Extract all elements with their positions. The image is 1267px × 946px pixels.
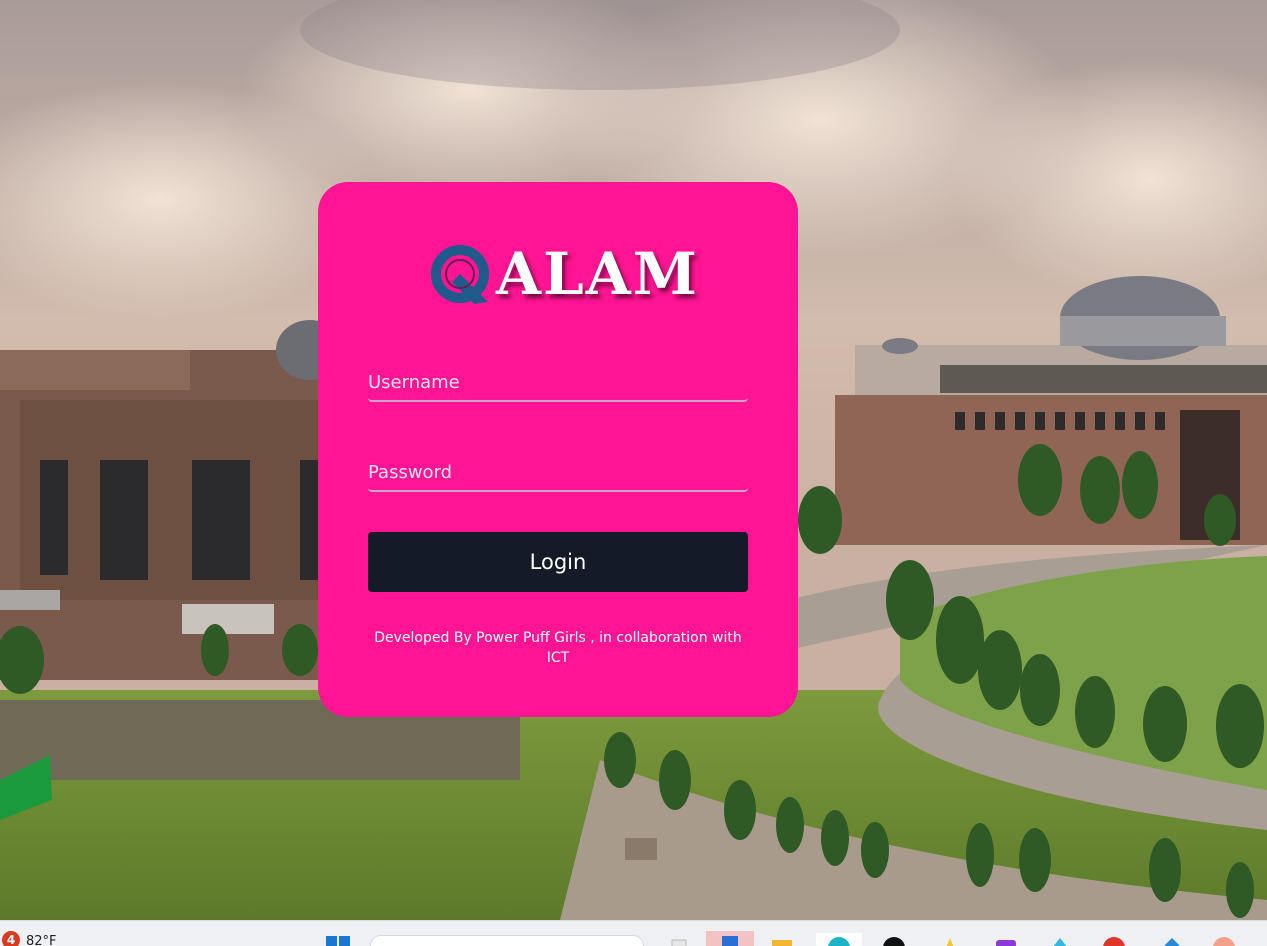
qalam-logo: ALAM xyxy=(430,238,700,310)
app-cyan-icon[interactable] xyxy=(1048,933,1072,946)
logo-text: ALAM xyxy=(496,240,699,308)
q-logo-icon xyxy=(431,245,489,304)
weather-temperature: 82°F xyxy=(26,933,57,946)
active-app-icon[interactable] xyxy=(706,931,754,946)
taskbar: 4 82°F xyxy=(0,920,1267,946)
password-field[interactable] xyxy=(368,454,748,492)
browser-icon[interactable] xyxy=(816,933,862,946)
login-button[interactable]: Login xyxy=(368,532,748,592)
taskbar-search-box[interactable] xyxy=(370,935,644,946)
app-orange-icon[interactable] xyxy=(1212,933,1236,946)
login-page: ALAM Login Developed By Power Puff Girls… xyxy=(0,0,1267,946)
start-windows-icon[interactable] xyxy=(326,933,350,946)
developer-credit: Developed By Power Puff Girls , in colla… xyxy=(374,630,742,666)
weather-widget[interactable]: 4 82°F xyxy=(2,931,57,946)
username-input[interactable] xyxy=(368,364,748,400)
app-purple-icon[interactable] xyxy=(994,933,1018,946)
username-field[interactable] xyxy=(368,364,748,402)
file-explorer-icon[interactable] xyxy=(770,933,794,946)
app-star-icon[interactable] xyxy=(938,933,962,946)
app-red-icon[interactable] xyxy=(1102,933,1126,946)
weather-alert-badge: 4 xyxy=(2,931,20,946)
app-blue-icon[interactable] xyxy=(1160,933,1184,946)
task-view-icon[interactable] xyxy=(668,933,692,946)
login-card: ALAM Login Developed By Power Puff Girls… xyxy=(318,182,798,717)
password-input[interactable] xyxy=(368,454,748,490)
app-black-icon[interactable] xyxy=(882,933,906,946)
